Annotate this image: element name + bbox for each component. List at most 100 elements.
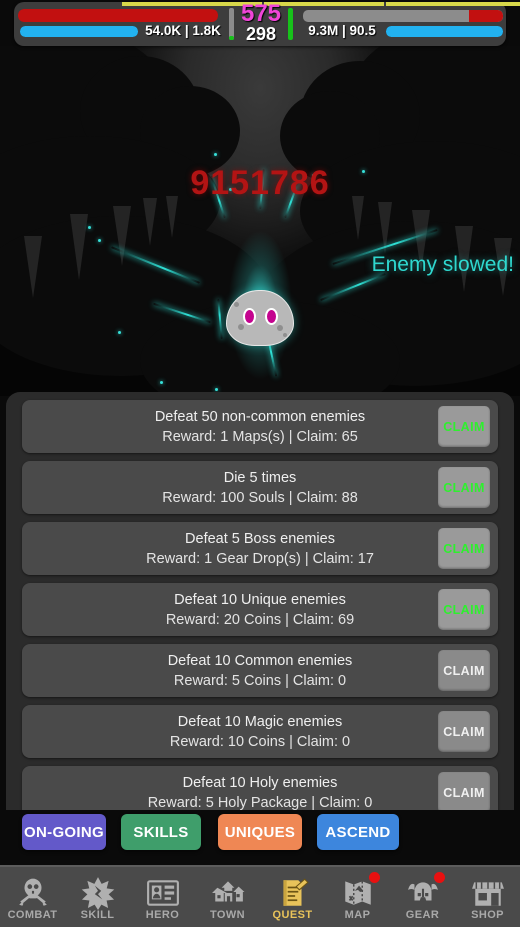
particle [118, 331, 121, 334]
enemy-health-bar [303, 10, 503, 22]
stalactite [24, 236, 42, 298]
quest-text: Defeat 50 non-common enemies Reward: 1 Ma… [22, 407, 498, 447]
bottom-navigation[interactable]: COMBAT SKILL HERO TOWN QUEST MAP GEAR SHOP [0, 865, 520, 927]
category-button-ascend[interactable]: ASCEND [317, 814, 399, 850]
battle-scene[interactable]: 9151786 Enemy slowed! [0, 46, 520, 396]
top-hud: 54.0K | 1.8K 575 298 9.3M | 90.5 [0, 0, 520, 50]
quest-title: Die 5 times [223, 470, 297, 486]
player-stats-text: 54.0K | 1.8K [145, 23, 221, 38]
claim-button[interactable]: CLAIM [438, 772, 490, 810]
slime-body [226, 290, 294, 346]
particle [88, 226, 91, 229]
claim-button[interactable]: CLAIM [438, 589, 490, 630]
quest-text: Defeat 10 Common enemies Reward: 5 Coins … [22, 651, 498, 691]
quest-reward: Reward: 1 Maps(s) | Claim: 65 [162, 429, 358, 445]
nav-label: TOWN [209, 908, 245, 921]
claim-button[interactable]: CLAIM [438, 406, 490, 447]
quest-title: Defeat 10 Common enemies [167, 653, 353, 669]
slime-spot [283, 333, 287, 337]
quest-row[interactable]: Defeat 50 non-common enemies Reward: 1 Ma… [22, 400, 498, 453]
nav-item-quest[interactable]: QUEST [260, 867, 325, 927]
claim-button[interactable]: CLAIM [438, 650, 490, 691]
player-mana-bar [20, 26, 138, 37]
nav-item-map[interactable]: MAP [325, 867, 390, 927]
particle [98, 239, 101, 242]
nav-label: SHOP [471, 908, 504, 921]
slime-spot [277, 325, 283, 331]
stalactite [113, 206, 131, 266]
claim-button[interactable]: CLAIM [438, 528, 490, 569]
quest-row[interactable]: Defeat 10 Common enemies Reward: 5 Coins … [22, 644, 498, 697]
nav-label: MAP [344, 908, 371, 921]
enemy-sprite[interactable] [216, 230, 304, 380]
quest-text: Defeat 5 Boss enemies Reward: 1 Gear Drop… [22, 529, 498, 569]
quest-text: Defeat 10 Unique enemies Reward: 20 Coins… [22, 590, 498, 630]
quest-list[interactable]: Defeat 50 non-common enemies Reward: 1 Ma… [6, 400, 514, 810]
nav-item-town[interactable]: TOWN [195, 867, 260, 927]
notification-badge [434, 872, 445, 883]
quest-text: Die 5 times Reward: 100 Souls | Claim: 88 [22, 468, 498, 508]
level-value: 575 [240, 0, 282, 27]
hero-card-icon [146, 876, 180, 908]
claim-button[interactable]: CLAIM [438, 467, 490, 508]
nav-item-combat[interactable]: COMBAT [0, 867, 65, 927]
nav-label: QUEST [272, 908, 313, 921]
status-effect-text: Enemy slowed! [371, 253, 514, 276]
starburst-skill-icon [81, 876, 115, 910]
quest-scroll-icon [276, 876, 310, 908]
quest-title: Defeat 50 non-common enemies [154, 409, 366, 425]
shop-icon [471, 876, 505, 908]
claim-button[interactable]: CLAIM [438, 711, 490, 752]
quest-reward: Reward: 5 Coins | Claim: 0 [173, 673, 347, 689]
nav-item-hero[interactable]: HERO [130, 867, 195, 927]
quest-text: Defeat 10 Holy enemies Reward: 5 Holy Pac… [22, 773, 498, 810]
quest-category-buttons[interactable]: ON-GOING SKILLS UNIQUES ASCEND [0, 814, 520, 856]
category-button-on-going[interactable]: ON-GOING [22, 814, 106, 850]
nav-label: SKILL [80, 908, 115, 921]
nav-item-gear[interactable]: GEAR [390, 867, 455, 927]
nav-label: GEAR [405, 908, 440, 921]
quest-reward: Reward: 5 Holy Package | Claim: 0 [147, 795, 373, 810]
quest-title: Defeat 10 Holy enemies [182, 775, 338, 791]
quest-reward: Reward: 10 Coins | Claim: 0 [169, 734, 351, 750]
quest-reward: Reward: 100 Souls | Claim: 88 [162, 490, 358, 506]
category-button-uniques[interactable]: UNIQUES [218, 814, 302, 850]
game-screen: 54.0K | 1.8K 575 298 9.3M | 90.5 9151786… [0, 0, 520, 927]
slime-spot [234, 302, 239, 307]
quest-title: Defeat 5 Boss enemies [185, 531, 335, 547]
quest-row[interactable]: Defeat 10 Holy enemies Reward: 5 Holy Pac… [22, 766, 498, 810]
quest-row[interactable]: Defeat 5 Boss enemies Reward: 1 Gear Drop… [22, 522, 498, 575]
stage-value: 298 [245, 24, 277, 44]
stalactite [70, 214, 88, 280]
nav-item-shop[interactable]: SHOP [455, 867, 520, 927]
slime-eye-right [265, 308, 278, 325]
stalactite [143, 198, 157, 246]
skull-crossbones-icon [16, 876, 50, 908]
slime-eye-left [243, 308, 256, 325]
particle [160, 381, 163, 384]
right-energy-gauge [288, 8, 293, 40]
quest-title: Defeat 10 Magic enemies [177, 714, 343, 730]
slime-spot [238, 324, 244, 330]
experience-bar [122, 2, 520, 6]
quest-reward: Reward: 20 Coins | Claim: 69 [165, 612, 355, 628]
nav-label: HERO [145, 908, 180, 921]
notification-badge [369, 872, 380, 883]
quest-row[interactable]: Die 5 times Reward: 100 Souls | Claim: 88… [22, 461, 498, 514]
particle [214, 153, 217, 156]
quest-reward: Reward: 1 Gear Drop(s) | Claim: 17 [146, 551, 374, 567]
quest-text: Defeat 10 Magic enemies Reward: 10 Coins … [22, 712, 498, 752]
enemy-mana-bar [386, 26, 503, 37]
quest-row[interactable]: Defeat 10 Magic enemies Reward: 10 Coins … [22, 705, 498, 758]
nav-label: COMBAT [7, 908, 58, 921]
damage-number: 9151786 [190, 164, 330, 202]
particle [215, 388, 218, 391]
quest-title: Defeat 10 Unique enemies [174, 592, 346, 608]
nav-item-skill[interactable]: SKILL [65, 867, 130, 927]
quest-row[interactable]: Defeat 10 Unique enemies Reward: 20 Coins… [22, 583, 498, 636]
player-health-bar [18, 9, 218, 22]
quest-panel[interactable]: Defeat 50 non-common enemies Reward: 1 Ma… [6, 392, 514, 810]
enemy-stats-text: 9.3M | 90.5 [308, 23, 376, 38]
town-houses-icon [211, 876, 245, 908]
category-button-skills[interactable]: SKILLS [121, 814, 201, 850]
